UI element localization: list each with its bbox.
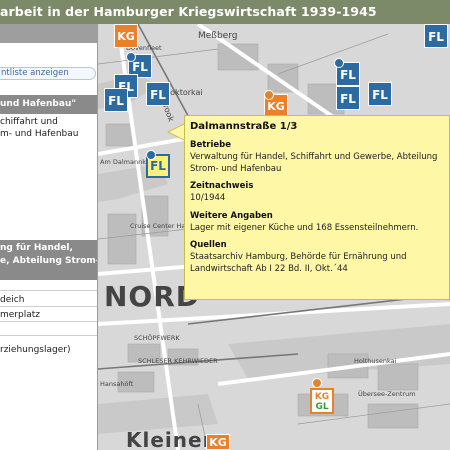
location-pin[interactable] [146,150,156,160]
location-popup: Dalmannstraße 1/3 Betriebe Verwaltung fü… [184,115,450,300]
fl-marker[interactable]: FL [368,82,392,106]
popup-value-weitere: Lager mit eigener Küche und 168 Essenste… [190,222,419,233]
section-line-2: m- und Hafenbau [0,129,79,139]
list-item[interactable]: rziehungslager) [0,344,97,356]
popup-value-quellen: Staatsarchiv Hamburg, Behörde für Ernähr… [190,252,407,274]
popup-label-weitere: Weitere Angaben [190,210,273,221]
sidebar: ntliste anzeigen und Hafenbau" chiffahrt… [0,24,98,450]
business-heading-line-2: e, Abteilung Strom- [0,256,98,266]
popup-value-betriebe: Verwaltung für Handel, Schiffahrt und Ge… [190,152,438,174]
kg-gl-marker-top: KG [314,392,330,402]
section-line-1: chiffahrt und [0,117,58,127]
street-label: Am Dalmannkai [100,158,152,166]
list-item[interactable]: merplatz [0,309,97,321]
location-pin[interactable] [126,52,136,62]
divider [0,321,97,322]
fl-marker[interactable]: FL [424,24,448,48]
fl-marker[interactable]: FL [104,88,128,112]
kg-gl-marker-bottom: GL [315,402,329,412]
location-pin[interactable] [264,90,274,100]
street-label: SCHLESER KEHRWIEDER [138,357,218,365]
street-label: Hansahöft [100,380,134,388]
kg-gl-marker[interactable]: KG GL [310,388,334,414]
divider [0,290,97,291]
kg-marker[interactable]: KG [206,434,230,450]
district-label: Kleiner [126,428,214,450]
popup-label-betriebe: Betriebe [190,140,232,150]
sidebar-top-band [0,24,97,43]
list-item[interactable]: deich [0,294,97,306]
business-heading: ng für Handel, e, Abteilung Strom- [0,240,98,280]
kg-marker[interactable]: KG [114,24,138,48]
fl-marker[interactable]: FL [146,82,170,106]
street-label: Holthusenkai [354,357,397,365]
business-heading-line-1: ng für Handel, [0,243,73,253]
street-label: Meßberg [198,31,238,41]
popup-title: Dalmannstraße 1/3 [190,121,298,132]
location-pin[interactable] [334,58,344,68]
popup-pointer-fill [169,124,185,140]
section-heading: und Hafenbau" [0,95,97,114]
street-label: Übersee-Zentrum [358,390,416,398]
fl-marker[interactable]: FL [336,86,360,110]
popup-label-quellen: Quellen [190,240,227,250]
page-title: arbeit in der Hamburger Kriegswirtschaft… [0,4,377,19]
street-label: SCHÖPFWERK [134,334,180,342]
location-pin[interactable] [312,378,322,388]
show-list-link[interactable]: ntliste anzeigen [0,67,96,80]
popup-label-zeitnachweis: Zeitnachweis [190,181,254,191]
divider [0,335,97,336]
divider [0,306,97,307]
popup-value-zeitnachweis: 10/1944 [190,193,226,203]
app-header: arbeit in der Hamburger Kriegswirtschaft… [0,0,450,24]
